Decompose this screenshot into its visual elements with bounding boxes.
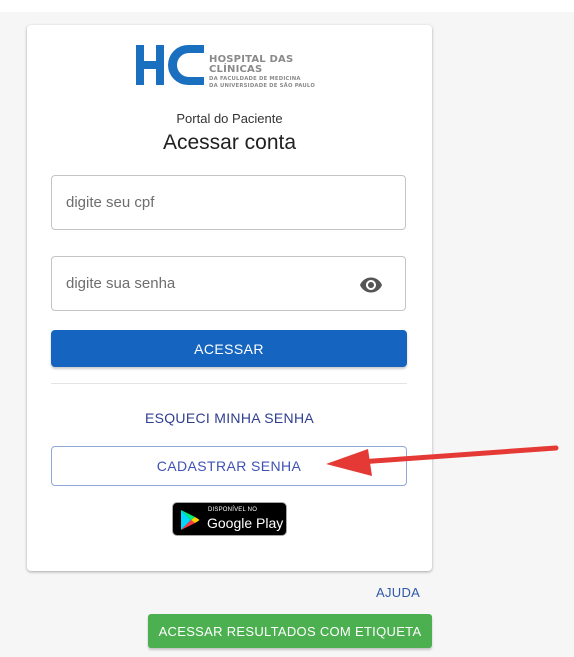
hc-logo-text: HOSPITAL DAS CLÍNICAS DA FACULDADE DE ME…: [209, 55, 329, 90]
hc-logo: HOSPITAL DAS CLÍNICAS DA FACULDADE DE ME…: [136, 43, 326, 89]
hc-logo-mark: [136, 45, 204, 85]
logo-line1: HOSPITAL DAS CLÍNICAS: [209, 54, 294, 75]
annotation-arrow: [326, 445, 559, 476]
google-play-icon: [181, 510, 200, 530]
logo-line2: DA FACULDADE DE MEDICINA: [209, 76, 301, 82]
login-card: HOSPITAL DAS CLÍNICAS DA FACULDADE DE ME…: [27, 25, 432, 571]
google-play-text: Google Play: [207, 515, 284, 531]
help-link[interactable]: AJUDA: [376, 585, 420, 600]
eye-icon[interactable]: [359, 273, 383, 297]
login-button[interactable]: ACESSAR: [51, 330, 407, 367]
google-play-badge[interactable]: DISPONÍVEL NO Google Play: [172, 502, 287, 536]
password-field[interactable]: [51, 256, 406, 311]
password-input[interactable]: [66, 257, 356, 310]
portal-subtitle: Portal do Paciente: [176, 111, 283, 126]
google-play-small-text: DISPONÍVEL NO: [208, 507, 258, 513]
cpf-input[interactable]: [66, 176, 356, 229]
access-results-button[interactable]: ACESSAR RESULTADOS COM ETIQUETA: [148, 614, 432, 648]
forgot-password-link[interactable]: ESQUECI MINHA SENHA: [27, 410, 432, 426]
cpf-field[interactable]: [51, 175, 406, 230]
logo-line3: DA UNIVERSIDADE DE SÃO PAULO: [209, 83, 316, 90]
page-title: Acessar conta: [162, 131, 297, 154]
divider: [51, 383, 407, 384]
